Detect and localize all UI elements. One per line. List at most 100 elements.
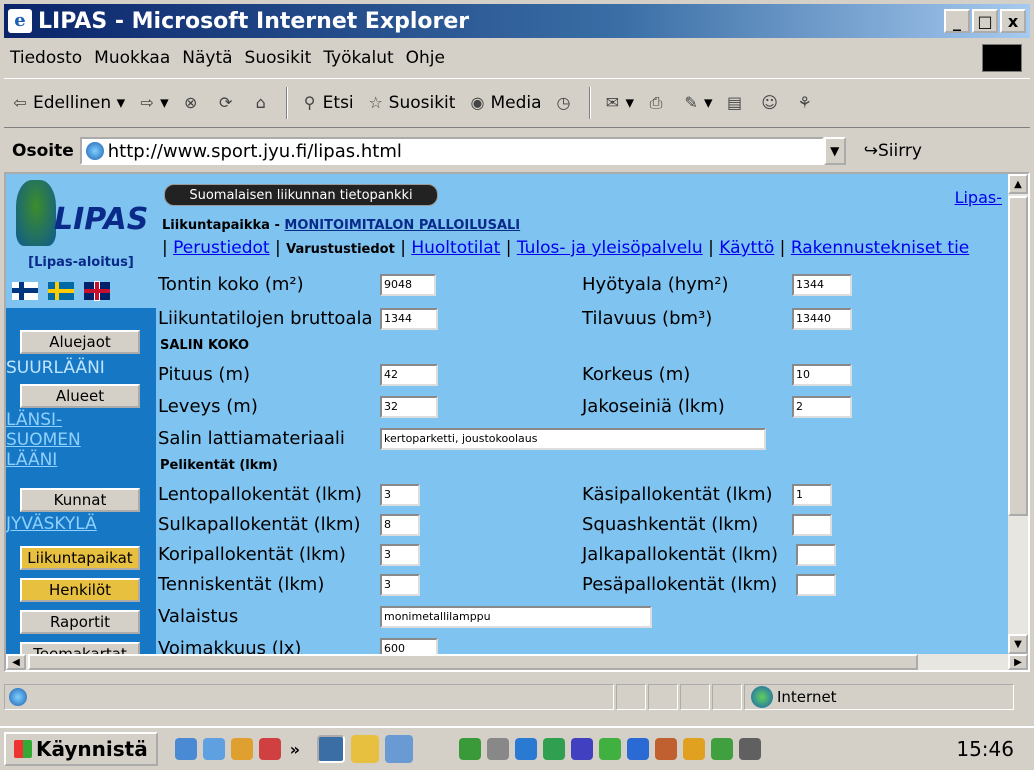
site-banner: Suomalaisen liikunnan tietopankki xyxy=(164,184,438,206)
finnish-flag-icon[interactable] xyxy=(12,282,38,300)
tab-perustiedot[interactable]: Perustiedot xyxy=(173,238,269,258)
mail-button[interactable]: ✉ ▾ xyxy=(597,93,641,113)
quicklaunch-chevron[interactable]: » xyxy=(290,740,300,759)
refresh-button[interactable]: ⟳ xyxy=(210,93,245,113)
kasipallo-field[interactable]: 1 xyxy=(792,484,832,506)
alueet-button[interactable]: Alueet xyxy=(20,384,140,408)
lattiamateriaali-field[interactable]: kertoparketti, joustokoolaus xyxy=(380,428,766,450)
koripallo-field[interactable]: 3 xyxy=(380,544,420,566)
tab-kaytto[interactable]: Käyttö xyxy=(719,238,774,258)
outlook-quicklaunch-icon[interactable] xyxy=(202,738,225,760)
mail-window-button[interactable] xyxy=(351,735,380,763)
antivirus-tray-icon[interactable] xyxy=(599,738,622,760)
home-button[interactable]: ⌂ xyxy=(245,93,280,113)
liikuntapaikat-button[interactable]: Liikuntapaikat xyxy=(20,546,140,570)
messenger-button[interactable]: ☺ xyxy=(754,93,789,113)
vertical-scrollbar[interactable]: ▲ ▼ xyxy=(1008,174,1028,654)
korkeus-field[interactable]: 10 xyxy=(792,364,852,386)
research-button[interactable]: ⚘ xyxy=(789,93,824,113)
minimize-button[interactable]: _ xyxy=(944,9,970,33)
close-button[interactable]: x xyxy=(1000,9,1026,33)
tontin-koko-field[interactable]: 9048 xyxy=(380,274,436,296)
sync-tray-icon[interactable] xyxy=(655,738,678,760)
taskbar-buttons xyxy=(314,735,416,763)
menu-help[interactable]: Ohje xyxy=(400,48,451,68)
menu-tools[interactable]: Työkalut xyxy=(317,48,399,68)
jakoseinia-field[interactable]: 2 xyxy=(792,396,852,418)
toolbar-separator xyxy=(285,87,288,119)
media-quicklaunch-icon[interactable] xyxy=(258,738,281,760)
app-window-button[interactable] xyxy=(385,735,414,763)
tilavuus-field[interactable]: 13440 xyxy=(792,308,852,330)
raportit-button[interactable]: Raportit xyxy=(20,610,140,634)
pituus-field[interactable]: 42 xyxy=(380,364,438,386)
henkilot-button[interactable]: Henkilöt xyxy=(20,578,140,602)
swedish-flag-icon[interactable] xyxy=(48,282,74,300)
start-button[interactable]: Käynnistä xyxy=(4,732,158,766)
address-input[interactable]: http://www.sport.jyu.fi/lipas.html xyxy=(79,137,824,165)
scroll-up-button[interactable]: ▲ xyxy=(1008,174,1028,194)
print-button[interactable]: ⎙ xyxy=(640,93,675,113)
forward-button[interactable]: ⇨ ▾ xyxy=(131,93,175,113)
lentopallo-field[interactable]: 3 xyxy=(380,484,420,506)
app-tray-icon[interactable] xyxy=(711,738,734,760)
tab-tulos-ja-yleisopalvelu[interactable]: Tulos- ja yleisöpalvelu xyxy=(517,238,703,258)
hyotyala-field[interactable]: 1344 xyxy=(792,274,852,296)
mail-tray-icon[interactable] xyxy=(739,738,762,760)
english-flag-icon[interactable] xyxy=(84,282,110,300)
desktop-quicklaunch-icon[interactable] xyxy=(230,738,253,760)
ie-window-button[interactable] xyxy=(317,735,346,763)
region-link-line3[interactable]: LÄÄNI xyxy=(6,450,156,470)
leveys-field[interactable]: 32 xyxy=(380,396,438,418)
detail-tabs: | Perustiedot | Varustustiedot | Huoltot… xyxy=(162,238,970,258)
vertical-scroll-thumb[interactable] xyxy=(1008,196,1028,516)
lipas-top-link[interactable]: Lipas- xyxy=(955,188,1002,207)
tennis-field[interactable]: 3 xyxy=(380,574,420,596)
network-tray-icon[interactable] xyxy=(459,738,482,760)
bluetooth-tray-icon[interactable] xyxy=(627,738,650,760)
menu-file[interactable]: Tiedosto xyxy=(4,48,88,68)
scroll-right-button[interactable]: ▶ xyxy=(1008,654,1028,670)
go-button[interactable]: ↪Siirry xyxy=(864,141,922,161)
update-tray-icon[interactable] xyxy=(543,738,566,760)
valaistus-field[interactable]: monimetallilamppu xyxy=(380,606,652,628)
facility-name-link[interactable]: MONITOIMITALON PALLOILUSALI xyxy=(284,218,520,233)
stop-button[interactable]: ⊗ xyxy=(175,93,210,113)
favorites-button[interactable]: ☆ Suosikit xyxy=(360,93,462,113)
display-tray-icon[interactable] xyxy=(683,738,706,760)
scroll-left-button[interactable]: ◀ xyxy=(6,654,26,670)
aluejaot-button[interactable]: Aluejaot xyxy=(20,330,140,354)
back-button[interactable]: ⇦ Edellinen ▾ xyxy=(4,93,131,113)
jalkapallo-field[interactable] xyxy=(796,544,836,566)
tab-varustustiedot[interactable]: Varustustiedot xyxy=(286,242,395,257)
pesapallo-field[interactable] xyxy=(796,574,836,596)
search-button[interactable]: ⚲ Etsi xyxy=(294,93,360,113)
municipality-link[interactable]: JYVÄSKYLÄ xyxy=(6,514,156,534)
page-status-icon xyxy=(9,688,27,706)
region-link-line2[interactable]: SUOMEN xyxy=(6,430,156,450)
maximize-button[interactable]: □ xyxy=(972,9,998,33)
history-button[interactable]: ◷ xyxy=(548,93,583,113)
volume-tray-icon[interactable] xyxy=(487,738,510,760)
edit-button[interactable]: ✎ ▾ xyxy=(675,93,719,113)
menu-favorites[interactable]: Suosikit xyxy=(239,48,318,68)
squash-field[interactable] xyxy=(792,514,832,536)
tab-huoltotilat[interactable]: Huoltotilat xyxy=(411,238,500,258)
horizontal-scrollbar[interactable]: ◀ ▶ xyxy=(6,654,1028,670)
scroll-down-button[interactable]: ▼ xyxy=(1008,634,1028,654)
kunnat-button[interactable]: Kunnat xyxy=(20,488,140,512)
lipas-home-link[interactable]: [Lipas-aloitus] xyxy=(6,252,156,274)
horizontal-scroll-thumb[interactable] xyxy=(28,654,918,670)
tab-rakennustekniset[interactable]: Rakennustekniset tie xyxy=(791,238,969,258)
messenger-tray-icon[interactable] xyxy=(515,738,538,760)
sulkapallo-field[interactable]: 8 xyxy=(380,514,420,536)
menu-view[interactable]: Näytä xyxy=(176,48,238,68)
discuss-button[interactable]: ▤ xyxy=(719,93,754,113)
region-link-line1[interactable]: LÄNSI- xyxy=(6,410,156,430)
media-button[interactable]: ◉ Media xyxy=(461,93,547,113)
shield-tray-icon[interactable] xyxy=(571,738,594,760)
bruttoala-field[interactable]: 1344 xyxy=(380,308,438,330)
ie-quicklaunch-icon[interactable] xyxy=(174,738,197,760)
address-dropdown-button[interactable]: ▼ xyxy=(823,137,846,165)
menu-edit[interactable]: Muokkaa xyxy=(88,48,176,68)
